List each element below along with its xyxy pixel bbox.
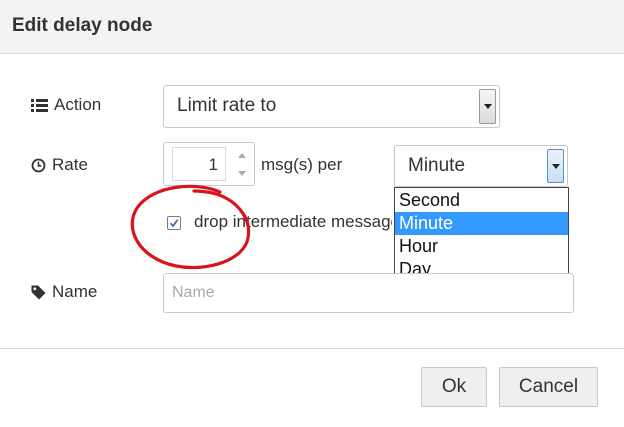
cancel-button[interactable]: Cancel <box>499 367 598 407</box>
tag-icon <box>31 285 46 300</box>
footer-divider <box>0 348 624 349</box>
period-option-hour[interactable]: Hour <box>395 235 568 258</box>
period-option-second[interactable]: Second <box>395 189 568 212</box>
drop-intermediate-label[interactable]: drop intermediate messages <box>194 212 392 236</box>
period-option-minute[interactable]: Minute <box>395 212 568 235</box>
action-select[interactable]: Limit rate to <box>163 85 500 128</box>
rate-value-input[interactable]: 1 <box>172 147 226 181</box>
period-dropdown-list[interactable]: Second Minute Hour Day <box>394 187 569 282</box>
rate-label: Rate <box>52 155 88 174</box>
rate-label-group: Rate <box>31 155 88 175</box>
stepper-up-icon[interactable] <box>234 147 250 164</box>
chevron-down-icon[interactable] <box>547 149 564 183</box>
action-label-group: Action <box>31 95 101 115</box>
list-icon <box>31 98 48 112</box>
rate-unit-text: msg(s) per <box>261 155 343 174</box>
rate-period-select[interactable]: Minute <box>394 145 568 187</box>
name-label: Name <box>52 282 98 301</box>
rate-stepper[interactable]: 1 <box>163 142 255 186</box>
stepper-down-icon[interactable] <box>234 165 250 182</box>
name-input[interactable] <box>163 273 574 313</box>
rate-period-value: Minute <box>408 155 466 176</box>
check-icon <box>169 219 179 228</box>
action-label: Action <box>54 95 102 114</box>
action-select-value: Limit rate to <box>177 95 277 116</box>
ok-button[interactable]: Ok <box>421 367 487 407</box>
drop-intermediate-checkbox[interactable] <box>167 216 181 230</box>
name-label-group: Name <box>31 282 97 302</box>
dialog-title: Edit delay node <box>12 15 153 36</box>
clock-icon <box>31 158 46 173</box>
chevron-down-icon[interactable] <box>479 89 496 124</box>
dialog-titlebar: Edit delay node <box>0 0 624 54</box>
